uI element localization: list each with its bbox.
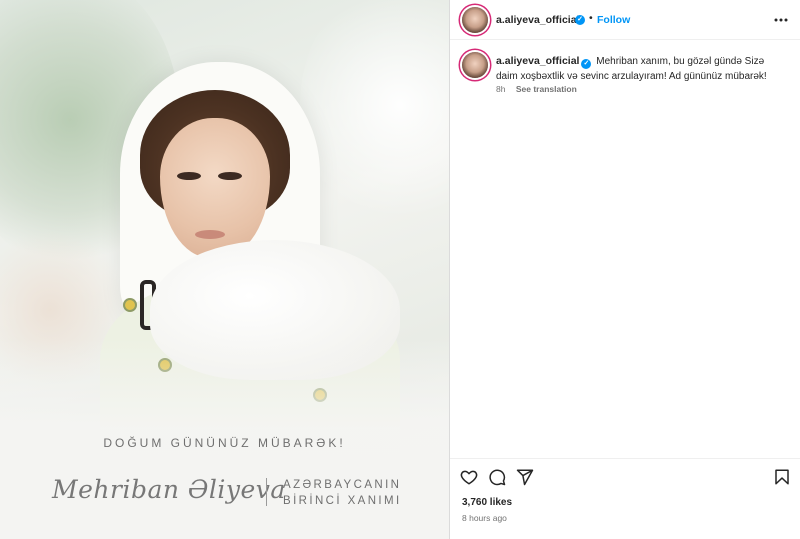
lips: [195, 230, 225, 239]
caption-age: 8h: [496, 84, 506, 94]
see-translation-link[interactable]: See translation: [516, 84, 577, 94]
more-horizontal-icon[interactable]: [773, 12, 789, 28]
caption-meta: 8h See translation: [496, 84, 577, 94]
follow-button[interactable]: Follow: [597, 14, 630, 26]
title-line-2: BİRİNCİ XANIMI: [283, 495, 402, 507]
header-username[interactable]: a.aliyeva_official: [496, 14, 579, 26]
action-bar: 3,760 likes 8 hours ago: [450, 458, 800, 539]
bookmark-icon[interactable]: [773, 468, 791, 486]
first-lady-title: AZƏRBAYCANIN BİRİNCİ XANIMI: [283, 477, 402, 509]
title-line-1: AZƏRBAYCANIN: [283, 479, 402, 491]
verified-badge-icon: ✓: [575, 15, 585, 25]
eye: [177, 172, 201, 180]
flower-pattern: [125, 300, 135, 310]
signature-text: Mehriban Əliyeva: [52, 475, 286, 504]
avatar[interactable]: [462, 7, 488, 33]
post-details-panel: a.aliyeva_official ✓ • Follow a.aliyeva_…: [449, 0, 800, 539]
signature-divider: [266, 478, 267, 506]
verified-badge-icon: ✓: [581, 59, 592, 69]
background-light: [300, 0, 449, 230]
likes-count[interactable]: 3,760 likes: [462, 497, 512, 508]
post-timestamp[interactable]: 8 hours ago: [462, 513, 507, 523]
post-image[interactable]: DOĞUM GÜNÜNÜZ MÜBARƏK! Mehriban Əliyeva …: [0, 0, 449, 539]
caption: a.aliyeva_official ✓ Mehriban xanım, bu g…: [496, 54, 786, 84]
paper-plane-icon[interactable]: [516, 468, 534, 486]
greeting-text: DOĞUM GÜNÜNÜZ MÜBARƏK!: [103, 436, 346, 450]
eye: [218, 172, 242, 180]
post-header: a.aliyeva_official ✓ • Follow: [450, 0, 800, 40]
caption-username[interactable]: a.aliyeva_official: [496, 55, 579, 67]
caption-avatar[interactable]: [462, 52, 488, 78]
comment-icon[interactable]: [488, 468, 506, 486]
heart-icon[interactable]: [460, 468, 478, 486]
separator-dot: •: [589, 12, 593, 24]
